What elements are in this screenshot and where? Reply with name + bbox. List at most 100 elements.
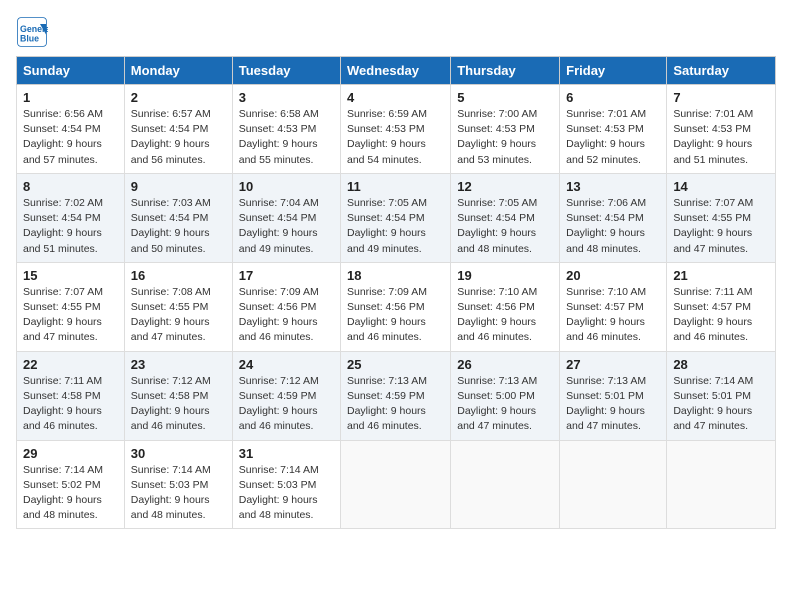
day-info: Sunrise: 6:59 AMSunset: 4:53 PMDaylight:… xyxy=(347,107,444,168)
calendar-cell: 18 Sunrise: 7:09 AMSunset: 4:56 PMDaylig… xyxy=(341,262,451,351)
day-info: Sunrise: 7:10 AMSunset: 4:57 PMDaylight:… xyxy=(566,285,660,346)
day-number: 14 xyxy=(673,179,769,194)
day-number: 24 xyxy=(239,357,334,372)
day-number: 10 xyxy=(239,179,334,194)
calendar-cell: 26 Sunrise: 7:13 AMSunset: 5:00 PMDaylig… xyxy=(451,351,560,440)
day-info: Sunrise: 7:06 AMSunset: 4:54 PMDaylight:… xyxy=(566,196,660,257)
calendar-table: SundayMondayTuesdayWednesdayThursdayFrid… xyxy=(16,56,776,529)
calendar-week-5: 29 Sunrise: 7:14 AMSunset: 5:02 PMDaylig… xyxy=(17,440,776,529)
day-number: 26 xyxy=(457,357,553,372)
day-number: 19 xyxy=(457,268,553,283)
day-info: Sunrise: 7:12 AMSunset: 4:59 PMDaylight:… xyxy=(239,374,334,435)
day-number: 20 xyxy=(566,268,660,283)
day-info: Sunrise: 7:14 AMSunset: 5:03 PMDaylight:… xyxy=(131,463,226,524)
day-info: Sunrise: 7:11 AMSunset: 4:57 PMDaylight:… xyxy=(673,285,769,346)
calendar-cell xyxy=(560,440,667,529)
day-number: 12 xyxy=(457,179,553,194)
calendar-cell: 19 Sunrise: 7:10 AMSunset: 4:56 PMDaylig… xyxy=(451,262,560,351)
calendar-cell: 2 Sunrise: 6:57 AMSunset: 4:54 PMDayligh… xyxy=(124,85,232,174)
day-info: Sunrise: 7:07 AMSunset: 4:55 PMDaylight:… xyxy=(673,196,769,257)
day-number: 29 xyxy=(23,446,118,461)
day-info: Sunrise: 7:07 AMSunset: 4:55 PMDaylight:… xyxy=(23,285,118,346)
day-number: 18 xyxy=(347,268,444,283)
calendar-cell: 31 Sunrise: 7:14 AMSunset: 5:03 PMDaylig… xyxy=(232,440,340,529)
calendar-cell xyxy=(667,440,776,529)
column-header-sunday: Sunday xyxy=(17,57,125,85)
calendar-cell: 4 Sunrise: 6:59 AMSunset: 4:53 PMDayligh… xyxy=(341,85,451,174)
calendar-cell: 27 Sunrise: 7:13 AMSunset: 5:01 PMDaylig… xyxy=(560,351,667,440)
day-info: Sunrise: 7:14 AMSunset: 5:02 PMDaylight:… xyxy=(23,463,118,524)
day-info: Sunrise: 7:03 AMSunset: 4:54 PMDaylight:… xyxy=(131,196,226,257)
calendar-cell: 5 Sunrise: 7:00 AMSunset: 4:53 PMDayligh… xyxy=(451,85,560,174)
day-info: Sunrise: 7:13 AMSunset: 4:59 PMDaylight:… xyxy=(347,374,444,435)
calendar-cell xyxy=(341,440,451,529)
calendar-cell: 29 Sunrise: 7:14 AMSunset: 5:02 PMDaylig… xyxy=(17,440,125,529)
day-info: Sunrise: 6:58 AMSunset: 4:53 PMDaylight:… xyxy=(239,107,334,168)
page-header: General Blue xyxy=(16,16,776,48)
day-info: Sunrise: 7:14 AMSunset: 5:01 PMDaylight:… xyxy=(673,374,769,435)
day-info: Sunrise: 7:01 AMSunset: 4:53 PMDaylight:… xyxy=(566,107,660,168)
day-number: 28 xyxy=(673,357,769,372)
calendar-cell: 14 Sunrise: 7:07 AMSunset: 4:55 PMDaylig… xyxy=(667,173,776,262)
day-number: 11 xyxy=(347,179,444,194)
day-info: Sunrise: 7:05 AMSunset: 4:54 PMDaylight:… xyxy=(457,196,553,257)
calendar-week-1: 1 Sunrise: 6:56 AMSunset: 4:54 PMDayligh… xyxy=(17,85,776,174)
calendar-cell: 25 Sunrise: 7:13 AMSunset: 4:59 PMDaylig… xyxy=(341,351,451,440)
calendar-cell xyxy=(451,440,560,529)
column-header-thursday: Thursday xyxy=(451,57,560,85)
logo: General Blue xyxy=(16,16,50,48)
calendar-cell: 17 Sunrise: 7:09 AMSunset: 4:56 PMDaylig… xyxy=(232,262,340,351)
day-info: Sunrise: 7:08 AMSunset: 4:55 PMDaylight:… xyxy=(131,285,226,346)
day-info: Sunrise: 7:00 AMSunset: 4:53 PMDaylight:… xyxy=(457,107,553,168)
day-info: Sunrise: 7:01 AMSunset: 4:53 PMDaylight:… xyxy=(673,107,769,168)
day-info: Sunrise: 6:57 AMSunset: 4:54 PMDaylight:… xyxy=(131,107,226,168)
calendar-cell: 10 Sunrise: 7:04 AMSunset: 4:54 PMDaylig… xyxy=(232,173,340,262)
day-number: 7 xyxy=(673,90,769,105)
day-number: 31 xyxy=(239,446,334,461)
day-info: Sunrise: 7:13 AMSunset: 5:01 PMDaylight:… xyxy=(566,374,660,435)
day-number: 22 xyxy=(23,357,118,372)
calendar-cell: 1 Sunrise: 6:56 AMSunset: 4:54 PMDayligh… xyxy=(17,85,125,174)
calendar-week-2: 8 Sunrise: 7:02 AMSunset: 4:54 PMDayligh… xyxy=(17,173,776,262)
calendar-cell: 24 Sunrise: 7:12 AMSunset: 4:59 PMDaylig… xyxy=(232,351,340,440)
day-info: Sunrise: 7:05 AMSunset: 4:54 PMDaylight:… xyxy=(347,196,444,257)
calendar-cell: 12 Sunrise: 7:05 AMSunset: 4:54 PMDaylig… xyxy=(451,173,560,262)
day-number: 2 xyxy=(131,90,226,105)
column-header-saturday: Saturday xyxy=(667,57,776,85)
logo-icon: General Blue xyxy=(16,16,48,48)
calendar-cell: 3 Sunrise: 6:58 AMSunset: 4:53 PMDayligh… xyxy=(232,85,340,174)
day-number: 3 xyxy=(239,90,334,105)
day-number: 6 xyxy=(566,90,660,105)
day-number: 27 xyxy=(566,357,660,372)
svg-text:Blue: Blue xyxy=(20,34,39,44)
calendar-cell: 11 Sunrise: 7:05 AMSunset: 4:54 PMDaylig… xyxy=(341,173,451,262)
calendar-cell: 30 Sunrise: 7:14 AMSunset: 5:03 PMDaylig… xyxy=(124,440,232,529)
day-number: 30 xyxy=(131,446,226,461)
calendar-cell: 6 Sunrise: 7:01 AMSunset: 4:53 PMDayligh… xyxy=(560,85,667,174)
calendar-cell: 23 Sunrise: 7:12 AMSunset: 4:58 PMDaylig… xyxy=(124,351,232,440)
day-info: Sunrise: 7:04 AMSunset: 4:54 PMDaylight:… xyxy=(239,196,334,257)
day-number: 1 xyxy=(23,90,118,105)
calendar-cell: 15 Sunrise: 7:07 AMSunset: 4:55 PMDaylig… xyxy=(17,262,125,351)
day-info: Sunrise: 7:09 AMSunset: 4:56 PMDaylight:… xyxy=(239,285,334,346)
calendar-cell: 16 Sunrise: 7:08 AMSunset: 4:55 PMDaylig… xyxy=(124,262,232,351)
day-info: Sunrise: 7:02 AMSunset: 4:54 PMDaylight:… xyxy=(23,196,118,257)
day-number: 21 xyxy=(673,268,769,283)
day-number: 13 xyxy=(566,179,660,194)
day-info: Sunrise: 7:12 AMSunset: 4:58 PMDaylight:… xyxy=(131,374,226,435)
day-number: 8 xyxy=(23,179,118,194)
calendar-cell: 21 Sunrise: 7:11 AMSunset: 4:57 PMDaylig… xyxy=(667,262,776,351)
day-number: 5 xyxy=(457,90,553,105)
day-info: Sunrise: 7:10 AMSunset: 4:56 PMDaylight:… xyxy=(457,285,553,346)
calendar-cell: 8 Sunrise: 7:02 AMSunset: 4:54 PMDayligh… xyxy=(17,173,125,262)
day-info: Sunrise: 7:13 AMSunset: 5:00 PMDaylight:… xyxy=(457,374,553,435)
calendar-week-3: 15 Sunrise: 7:07 AMSunset: 4:55 PMDaylig… xyxy=(17,262,776,351)
column-header-tuesday: Tuesday xyxy=(232,57,340,85)
calendar-cell: 7 Sunrise: 7:01 AMSunset: 4:53 PMDayligh… xyxy=(667,85,776,174)
day-number: 17 xyxy=(239,268,334,283)
calendar-cell: 13 Sunrise: 7:06 AMSunset: 4:54 PMDaylig… xyxy=(560,173,667,262)
day-info: Sunrise: 7:14 AMSunset: 5:03 PMDaylight:… xyxy=(239,463,334,524)
day-info: Sunrise: 6:56 AMSunset: 4:54 PMDaylight:… xyxy=(23,107,118,168)
calendar-cell: 22 Sunrise: 7:11 AMSunset: 4:58 PMDaylig… xyxy=(17,351,125,440)
day-info: Sunrise: 7:11 AMSunset: 4:58 PMDaylight:… xyxy=(23,374,118,435)
